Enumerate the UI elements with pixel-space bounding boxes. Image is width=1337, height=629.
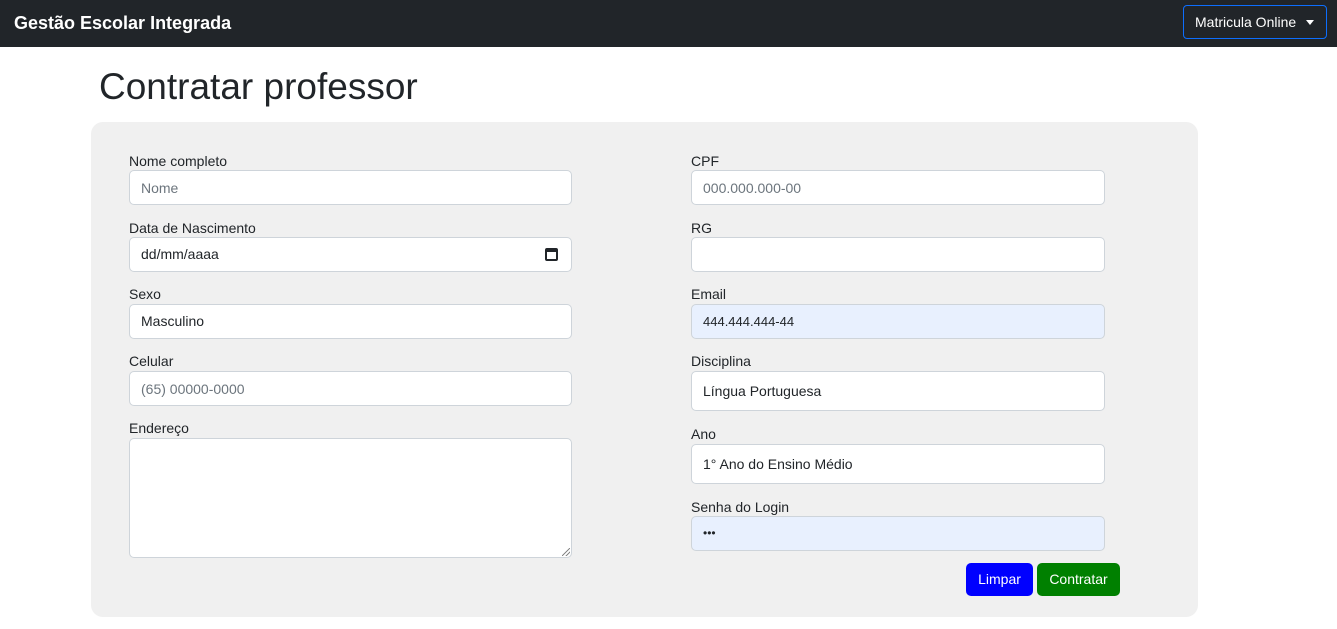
calendar-icon[interactable]	[545, 248, 558, 261]
brand-title[interactable]: Gestão Escolar Integrada	[14, 12, 231, 34]
endereco-textarea[interactable]	[129, 438, 572, 558]
sexo-value: Masculino	[141, 313, 205, 329]
dropdown-label: Matricula Online	[1195, 14, 1297, 30]
page-title: Contratar professor	[99, 66, 418, 107]
endereco-label: Endereço	[129, 420, 189, 436]
top-navbar: Gestão Escolar Integrada Matricula Onlin…	[0, 0, 1337, 47]
nascimento-label: Data de Nascimento	[129, 220, 256, 236]
senha-password-input[interactable]: •••	[691, 516, 1105, 551]
rg-input[interactable]	[691, 237, 1105, 272]
rg-label: RG	[691, 220, 712, 236]
ano-select[interactable]: 1° Ano do Ensino Médio	[691, 444, 1105, 484]
senha-value: •••	[703, 526, 716, 540]
email-value: 444.444.444-44	[703, 314, 795, 329]
contratar-button[interactable]: Contratar	[1037, 563, 1120, 596]
limpar-button[interactable]: Limpar	[966, 563, 1033, 596]
sexo-label: Sexo	[129, 286, 161, 302]
resize-handle-icon[interactable]	[562, 548, 570, 556]
ano-value: 1° Ano do Ensino Médio	[703, 456, 853, 472]
celular-label: Celular	[129, 353, 174, 369]
sexo-select[interactable]: Masculino	[129, 304, 572, 339]
email-input[interactable]: 444.444.444-44	[691, 304, 1105, 339]
matricula-online-dropdown[interactable]: Matricula Online	[1183, 5, 1327, 39]
celular-input[interactable]	[129, 371, 572, 406]
disciplina-value: Língua Portuguesa	[703, 383, 822, 399]
cpf-input[interactable]	[691, 170, 1105, 205]
disciplina-select[interactable]: Língua Portuguesa	[691, 371, 1105, 411]
caret-down-icon	[1306, 20, 1314, 25]
ano-label: Ano	[691, 426, 716, 442]
nome-input[interactable]	[129, 170, 572, 205]
email-label: Email	[691, 286, 727, 302]
nascimento-date-input[interactable]: dd/mm/aaaa	[129, 237, 572, 272]
cpf-label: CPF	[691, 153, 719, 169]
nascimento-value: dd/mm/aaaa	[141, 246, 219, 262]
disciplina-label: Disciplina	[691, 353, 751, 369]
nome-label: Nome completo	[129, 153, 228, 169]
senha-label: Senha do Login	[691, 499, 790, 515]
